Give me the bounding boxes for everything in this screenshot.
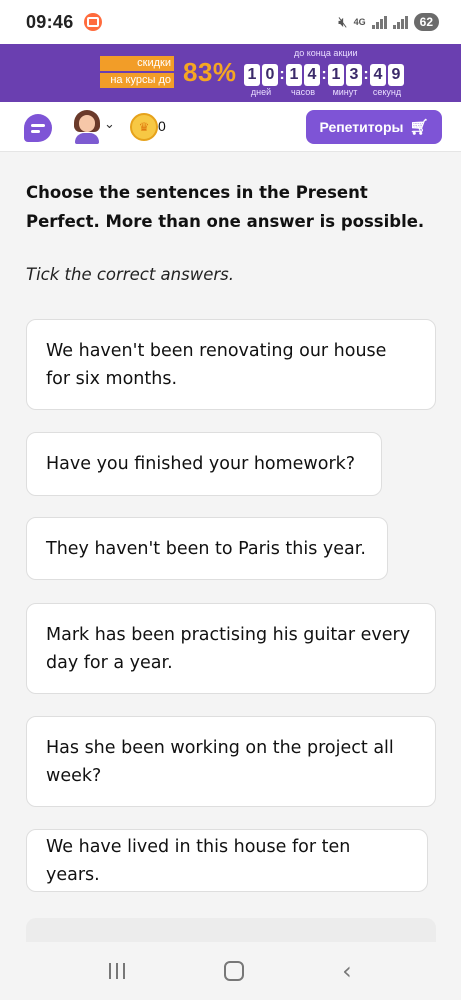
mute-icon: 🔇︎	[338, 13, 348, 31]
countdown-digit: 0	[262, 64, 278, 86]
recent-apps-icon[interactable]	[109, 963, 126, 979]
promo-percent: 83%	[183, 57, 237, 87]
countdown-digit: 9	[388, 64, 404, 86]
countdown-digit: 3	[346, 64, 362, 86]
countdown-days-label: дней	[250, 87, 272, 97]
countdown-seconds-label: секунд	[372, 87, 402, 97]
status-left: 09:46	[26, 12, 102, 33]
cart-icon: 🛒︎	[409, 119, 429, 136]
answer-option-2[interactable]: Have you finished your homework?	[26, 432, 382, 496]
countdown-seconds: 4 9 секунд	[370, 64, 404, 97]
crown-coin-icon[interactable]: ♛	[130, 113, 158, 141]
signal-icon-sim2	[392, 15, 408, 29]
countdown-separator: :	[279, 66, 285, 83]
countdown-timer: 1 0 дней : 1 4 часов : 1 3 минут : 4 9 с…	[244, 64, 404, 97]
app-header: ⌄ ♛ 0 Репетиторы 🛒︎	[0, 102, 461, 152]
back-icon[interactable]: ‹	[342, 957, 352, 985]
countdown-digit: 1	[328, 64, 344, 86]
countdown-minutes: 1 3 минут	[328, 64, 362, 97]
answer-option-4[interactable]: Mark has been practising his guitar ever…	[26, 603, 436, 694]
coin-count: 0	[158, 118, 166, 134]
countdown-digit: 1	[244, 64, 260, 86]
chevron-down-icon[interactable]: ⌄	[104, 116, 115, 132]
answer-option-text: Has she been working on the project all …	[46, 737, 394, 786]
promo-tags: скидки на курсы до	[100, 56, 174, 90]
answer-option-3[interactable]: They haven't been to Paris this year.	[26, 517, 388, 580]
promo-tag-courses: на курсы до	[100, 73, 174, 88]
screen-recording-icon	[83, 13, 102, 31]
system-nav-bar: ‹	[0, 942, 461, 1000]
network-type-label: 4G	[353, 16, 366, 27]
home-icon[interactable]	[223, 961, 244, 981]
answer-option-text: Mark has been practising his guitar ever…	[46, 624, 411, 673]
countdown-separator: :	[363, 66, 369, 83]
exercise-tick-note: Tick the correct answers.	[26, 265, 234, 284]
countdown-digit: 4	[370, 64, 386, 86]
exercise-instruction: Choose the sentences in the Present Perf…	[26, 183, 425, 231]
answer-option-text: We haven't been renovating our house for…	[46, 340, 387, 389]
countdown-separator: :	[321, 66, 327, 83]
answer-option-6[interactable]: We have lived in this house for ten year…	[26, 829, 428, 892]
answer-option-text: They haven't been to Paris this year.	[46, 538, 366, 559]
promo-tag-discounts: скидки	[100, 56, 174, 71]
countdown-digit: 1	[286, 64, 302, 86]
answer-option-text: Have you finished your homework?	[46, 454, 356, 474]
exercise-content: Choose the sentences in the Present Perf…	[26, 152, 438, 288]
signal-icon	[371, 15, 387, 29]
chat-icon[interactable]	[24, 114, 52, 142]
battery-icon: 62	[413, 13, 439, 31]
answer-option-1[interactable]: We haven't been renovating our house for…	[26, 319, 436, 410]
tutors-button[interactable]: Репетиторы 🛒︎	[306, 110, 442, 144]
avatar[interactable]	[72, 110, 102, 144]
promo-until-label: до конца акции	[294, 48, 358, 58]
status-bar: 09:46 🔇︎ 4G 62	[0, 0, 461, 44]
countdown-minutes-label: минут	[332, 87, 358, 97]
promo-banner[interactable]: скидки на курсы до 83% до конца акции 1 …	[0, 44, 461, 102]
answer-option-5[interactable]: Has she been working on the project all …	[26, 716, 436, 807]
countdown-hours: 1 4 часов	[286, 64, 320, 97]
status-time: 09:46	[26, 11, 74, 32]
tutors-button-label: Репетиторы	[319, 119, 404, 135]
answer-option-text: We have lived in this house for ten year…	[46, 836, 351, 885]
status-right: 🔇︎ 4G 62	[338, 13, 439, 31]
countdown-digit: 4	[304, 64, 320, 86]
countdown-hours-label: часов	[290, 87, 316, 97]
countdown-days: 1 0 дней	[244, 64, 278, 97]
